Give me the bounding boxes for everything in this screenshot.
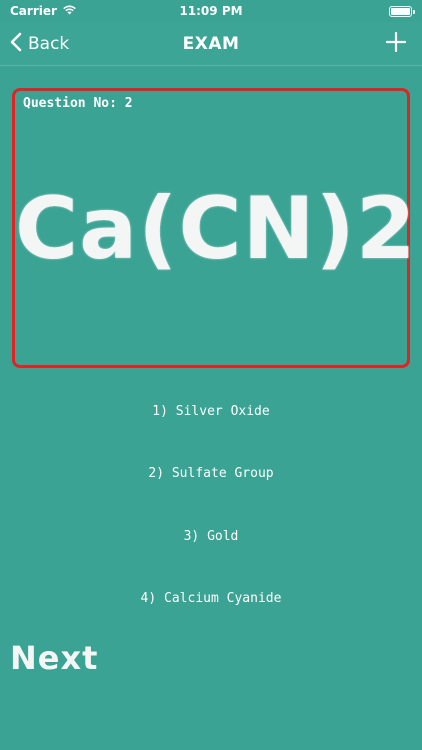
add-button[interactable] [384, 22, 408, 66]
back-button[interactable]: Back [10, 22, 69, 66]
status-bar: Carrier 11:09 PM [0, 0, 422, 22]
wifi-icon [62, 4, 77, 18]
question-formula: Ca(CN)2 [15, 179, 417, 279]
status-left: Carrier [10, 4, 77, 18]
answer-option-1[interactable]: 1) Silver Oxide [0, 391, 422, 431]
question-number: Question No: 2 [23, 96, 133, 111]
question-card: Question No: 2 Ca(CN)2 [12, 88, 417, 368]
battery-icon [389, 5, 415, 17]
next-button[interactable]: Next [10, 636, 98, 680]
plus-icon [385, 31, 407, 56]
page-title: EXAM [182, 33, 240, 54]
chevron-left-icon [10, 32, 22, 57]
carrier-label: Carrier [10, 4, 57, 18]
battery-level [391, 7, 410, 15]
answer-option-4[interactable]: 4) Calcium Cyanide [0, 578, 422, 618]
back-label: Back [28, 34, 70, 54]
navigation-bar: Back EXAM [0, 22, 422, 66]
exam-screen: Carrier 11:09 PM Back EXAM Question No: … [0, 0, 422, 750]
answer-option-2[interactable]: 2) Sulfate Group [0, 453, 422, 493]
answer-option-3[interactable]: 3) Gold [0, 516, 422, 556]
